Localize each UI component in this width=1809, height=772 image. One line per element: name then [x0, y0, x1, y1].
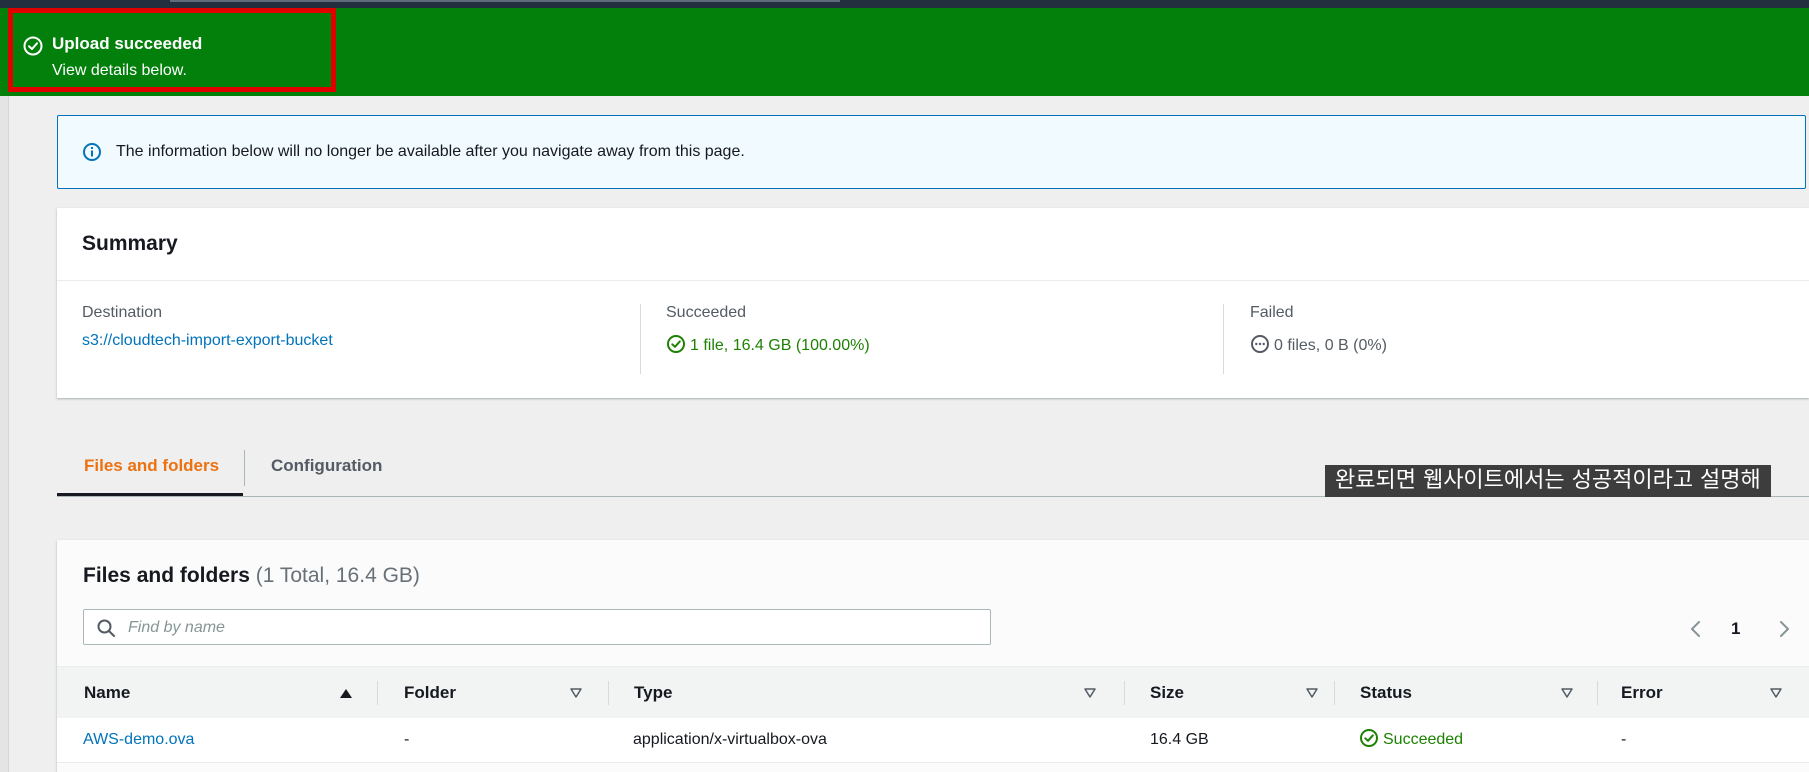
column-label: Error	[1621, 683, 1663, 702]
sort-icon[interactable]	[569, 687, 583, 699]
file-status: Succeeded	[1359, 718, 1463, 762]
column-divider	[1597, 681, 1598, 705]
summary-container: Summary Destination s3://cloudtech-impor…	[57, 208, 1809, 398]
summary-succeeded: Succeeded 1 file, 16.4 GB (100.00%)	[666, 280, 1206, 398]
column-divider	[608, 681, 609, 705]
summary-failed: Failed 0 files, 0 B (0%)	[1250, 280, 1790, 398]
column-header-folder[interactable]: Folder	[404, 667, 594, 719]
succeeded-label: Succeeded	[666, 304, 747, 321]
files-table-container: Files and folders (1 Total, 16.4 GB) 1 N…	[57, 540, 1809, 772]
tab-divider	[244, 450, 245, 486]
destination-label: Destination	[82, 304, 163, 321]
ellipsis-circle-icon	[1251, 335, 1269, 353]
annotation-highlight-box	[8, 8, 336, 92]
video-subtitle-caption: 완료되면 웹사이트에서는 성공적이라고 설명해	[1325, 465, 1771, 497]
file-type: application/x-virtualbox-ova	[633, 731, 827, 748]
failed-value: 0 files, 0 B (0%)	[1274, 337, 1387, 354]
page-number[interactable]: 1	[1731, 619, 1740, 639]
browser-top-strip	[0, 0, 1809, 8]
column-header-type[interactable]: Type	[634, 667, 1184, 719]
browser-tab-indicator	[170, 0, 840, 2]
info-alert-text: The information below will no longer be …	[116, 143, 745, 160]
destination-link[interactable]: s3://cloudtech-import-export-bucket	[82, 332, 333, 350]
search-input[interactable]	[126, 614, 980, 642]
left-edge-panel	[0, 96, 9, 772]
column-divider	[1124, 681, 1125, 705]
files-table-heading: Files and folders	[83, 564, 250, 587]
check-circle-icon	[1360, 729, 1378, 747]
summary-destination: Destination s3://cloudtech-import-export…	[82, 280, 622, 398]
files-table-title: Files and folders (1 Total, 16.4 GB)	[83, 564, 420, 588]
check-circle-icon	[667, 335, 685, 353]
summary-divider	[640, 304, 641, 374]
file-folder: -	[404, 731, 410, 748]
chevron-left-icon[interactable]	[1687, 619, 1705, 639]
info-icon	[83, 143, 101, 161]
file-error: -	[1621, 731, 1627, 748]
column-header-error[interactable]: Error	[1621, 667, 1801, 719]
tab-configuration[interactable]: Configuration	[271, 436, 382, 496]
file-status-text: Succeeded	[1383, 731, 1464, 748]
column-label: Status	[1360, 683, 1412, 702]
succeeded-value-row: 1 file, 16.4 GB (100.00%)	[666, 334, 870, 355]
upload-success-flashbar: Upload succeeded View details below.	[0, 8, 1809, 96]
tab-files-and-folders[interactable]: Files and folders	[57, 436, 243, 496]
column-header-name[interactable]: Name	[84, 667, 352, 719]
table-header: Name Folder Type Size Status Error	[57, 666, 1809, 720]
sort-icon[interactable]	[1769, 687, 1783, 699]
chevron-right-icon[interactable]	[1775, 619, 1793, 639]
summary-divider	[1223, 304, 1224, 374]
sort-icon[interactable]	[1083, 687, 1097, 699]
info-alert: The information below will no longer be …	[57, 115, 1806, 189]
column-label: Folder	[404, 683, 456, 702]
files-table-count: (1 Total, 16.4 GB)	[255, 564, 420, 587]
sort-icon[interactable]	[1560, 687, 1574, 699]
column-header-size[interactable]: Size	[1150, 667, 1340, 719]
column-divider	[377, 681, 378, 705]
column-label: Size	[1150, 683, 1185, 702]
search-icon	[97, 619, 115, 637]
file-size: 16.4 GB	[1150, 731, 1209, 748]
column-label: Type	[634, 683, 673, 702]
summary-title: Summary	[82, 232, 178, 255]
search-field[interactable]	[83, 609, 991, 645]
sort-icon[interactable]	[1305, 687, 1319, 699]
file-name-link[interactable]: AWS-demo.ova	[83, 718, 194, 762]
succeeded-value: 1 file, 16.4 GB (100.00%)	[690, 337, 870, 354]
failed-label: Failed	[1250, 304, 1294, 321]
failed-value-row: 0 files, 0 B (0%)	[1250, 334, 1387, 355]
column-label: Name	[84, 683, 131, 702]
column-divider	[1334, 681, 1335, 705]
column-header-status[interactable]: Status	[1360, 667, 1580, 719]
table-row: AWS-demo.ova - application/x-virtualbox-…	[57, 718, 1809, 763]
summary-header: Summary	[57, 208, 1809, 281]
sort-ascending-icon[interactable]	[339, 687, 353, 699]
